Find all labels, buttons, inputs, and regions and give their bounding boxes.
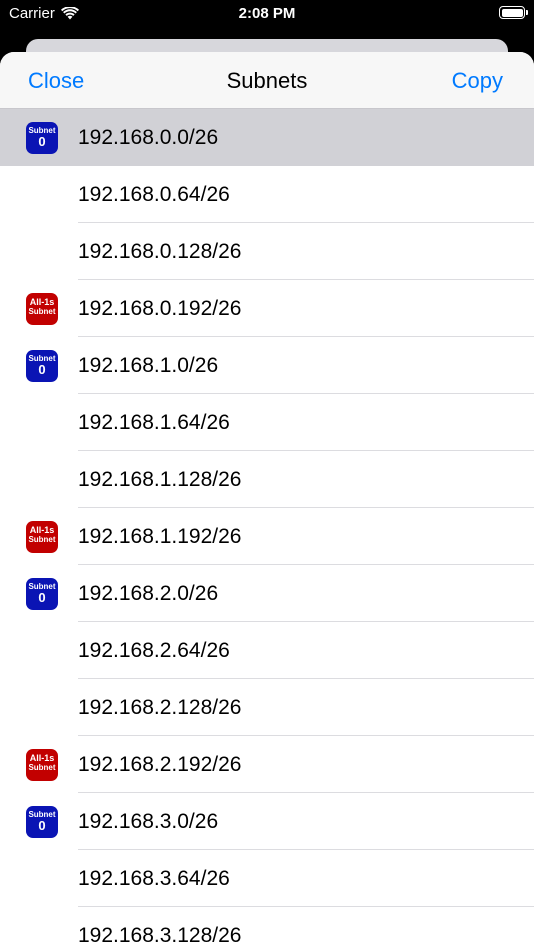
- subnet-row[interactable]: Subnet 0 192.168.1.0/26: [0, 337, 534, 394]
- badge-line-2: Subnet: [28, 307, 56, 316]
- subnet-address: 192.168.0.0/26: [78, 126, 219, 149]
- subnet-address: 192.168.0.64/26: [78, 183, 230, 206]
- subnet-row[interactable]: All-1s Subnet 192.168.1.192/26: [0, 508, 534, 565]
- subnet-row[interactable]: All-1s Subnet 192.168.2.192/26: [0, 736, 534, 793]
- subnet-row[interactable]: Subnet 0 192.168.0.0/26: [0, 109, 534, 166]
- subnet-address: 192.168.1.64/26: [78, 411, 230, 434]
- badge-line-1: All-1s: [29, 753, 55, 763]
- subnet-address: 192.168.1.128/26: [78, 468, 242, 491]
- subnet-address: 192.168.2.192/26: [78, 753, 242, 776]
- subnet-address: 192.168.0.192/26: [78, 297, 242, 320]
- subnet-row[interactable]: 192.168.1.128/26: [0, 451, 534, 508]
- badge-line-2: 0: [38, 134, 46, 149]
- subnet-row[interactable]: 192.168.2.128/26: [0, 679, 534, 736]
- subnet-address: 192.168.1.192/26: [78, 525, 242, 548]
- badge-line-2: 0: [38, 362, 46, 377]
- subnet-address: 192.168.0.128/26: [78, 240, 242, 263]
- badge-line-2: Subnet: [28, 763, 56, 772]
- status-time: 2:08 PM: [238, 5, 296, 22]
- screen: Carrier 2:08 PM Close Subnets Copy Subne…: [0, 0, 534, 950]
- badge-line-1: All-1s: [29, 525, 55, 535]
- badge-line-1: All-1s: [29, 297, 55, 307]
- subnet-row[interactable]: 192.168.0.128/26: [0, 223, 534, 280]
- subnets-sheet: Close Subnets Copy Subnet 0 192.168.0.0/26…: [0, 52, 534, 950]
- subnet-address: 192.168.2.0/26: [78, 582, 219, 605]
- subnet-list: Subnet 0 192.168.0.0/26 192.168.0.64/26 192.…: [0, 109, 534, 950]
- subnet-row[interactable]: Subnet 0 192.168.2.0/26: [0, 565, 534, 622]
- subnet-address: 192.168.3.128/26: [78, 924, 242, 947]
- subnet-row[interactable]: 192.168.3.64/26: [0, 850, 534, 907]
- all-ones-subnet-badge: All-1s Subnet: [26, 521, 58, 553]
- subnet-row[interactable]: All-1s Subnet 192.168.0.192/26: [0, 280, 534, 337]
- subnet-row[interactable]: Subnet 0 192.168.3.0/26: [0, 793, 534, 850]
- navigation-bar: Close Subnets Copy: [0, 52, 534, 109]
- battery-fill: [501, 8, 523, 17]
- badge-line-2: Subnet: [28, 535, 56, 544]
- subnet-zero-badge: Subnet 0: [26, 350, 58, 382]
- badge-line-2: 0: [38, 590, 46, 605]
- subnet-address: 192.168.3.64/26: [78, 867, 230, 890]
- battery-icon: [499, 6, 528, 19]
- subnet-address: 192.168.3.0/26: [78, 810, 219, 833]
- badge-line-2: 0: [38, 818, 46, 833]
- subnet-row[interactable]: 192.168.3.128/26: [0, 907, 534, 950]
- subnet-zero-badge: Subnet 0: [26, 806, 58, 838]
- subnet-address: 192.168.1.0/26: [78, 354, 219, 377]
- subnet-address: 192.168.2.64/26: [78, 639, 230, 662]
- all-ones-subnet-badge: All-1s Subnet: [26, 293, 58, 325]
- subnet-zero-badge: Subnet 0: [26, 122, 58, 154]
- subnet-row[interactable]: 192.168.1.64/26: [0, 394, 534, 451]
- subnet-zero-badge: Subnet 0: [26, 578, 58, 610]
- subnet-row[interactable]: 192.168.0.64/26: [0, 166, 534, 223]
- copy-button[interactable]: Copy: [452, 68, 503, 94]
- status-bar: Carrier 2:08 PM: [0, 0, 534, 30]
- subnet-row[interactable]: 192.168.2.64/26: [0, 622, 534, 679]
- subnet-address: 192.168.2.128/26: [78, 696, 242, 719]
- all-ones-subnet-badge: All-1s Subnet: [26, 749, 58, 781]
